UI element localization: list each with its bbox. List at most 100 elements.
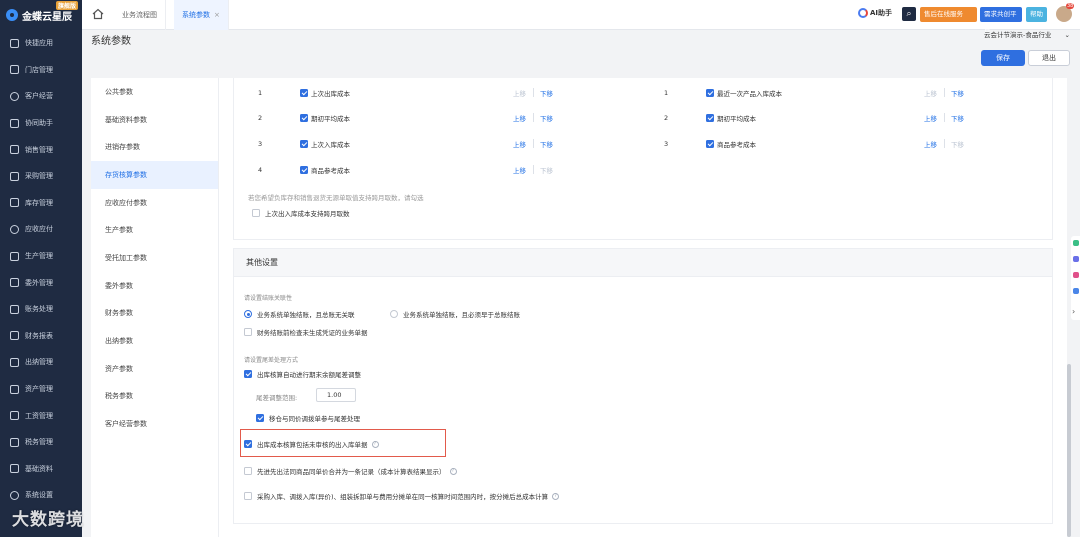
- sidebar-item-salary[interactable]: 工资管理: [0, 402, 82, 429]
- fifo-merge-checkbox[interactable]: [244, 467, 252, 475]
- app-logo[interactable]: 金蝶云星辰 旗舰版: [0, 0, 82, 30]
- cost-checkbox[interactable]: [300, 139, 308, 148]
- purchase-batch-option[interactable]: 采购入库、调拨入库(异价)、组装拆卸单与费用分摊单在同一核算时间范围内时，按分摊…: [244, 491, 560, 501]
- cross-month-checkbox[interactable]: [252, 209, 260, 217]
- cost-checkbox[interactable]: [706, 88, 714, 97]
- radio-button[interactable]: [244, 310, 252, 318]
- sidebar-item-quick-apps[interactable]: 快捷应用: [0, 30, 82, 57]
- subnav-cashier[interactable]: 出纳参数: [91, 327, 218, 355]
- chat-icon[interactable]: [1073, 240, 1079, 246]
- subnav-production[interactable]: 生产参数: [91, 216, 218, 244]
- check-voucher-option[interactable]: 财务结账前检查未生成凭证的业务单据: [244, 327, 368, 337]
- move-up-button[interactable]: 上移: [513, 165, 526, 175]
- move-up-button[interactable]: 上移: [924, 113, 937, 123]
- outsource-icon: [10, 278, 19, 288]
- purchase-batch-checkbox[interactable]: [244, 492, 252, 500]
- cost-checkbox[interactable]: [300, 113, 308, 122]
- move-up-button[interactable]: 上移: [513, 139, 526, 149]
- cost-checkbox[interactable]: [706, 139, 714, 148]
- cost-checkbox[interactable]: [300, 165, 308, 174]
- sidebar-item-sales[interactable]: 销售管理: [0, 136, 82, 163]
- sidebar-item-purchase[interactable]: 采购管理: [0, 163, 82, 190]
- check-voucher-checkbox[interactable]: [244, 328, 252, 336]
- cost-checkbox[interactable]: [706, 113, 714, 122]
- subnav-receivable[interactable]: 应收应付参数: [91, 189, 218, 217]
- subnav-tax[interactable]: 税务参数: [91, 383, 218, 411]
- radio-before-gl-close[interactable]: 业务系统单独结账，且必须早于总账结账: [390, 309, 520, 319]
- subnav-customer[interactable]: 客户经营参数: [91, 410, 218, 438]
- ai-assistant-button[interactable]: AI助手: [858, 8, 892, 18]
- move-down-button[interactable]: 下移: [951, 88, 964, 98]
- demand-platform-button[interactable]: 需求共创平台: [980, 7, 1022, 33]
- warehouse-icon: [10, 198, 19, 208]
- cross-month-option[interactable]: 上次出入库成本支持跨月取数: [252, 208, 350, 218]
- scrollbar[interactable]: [1067, 364, 1071, 537]
- radio-button[interactable]: [390, 310, 398, 318]
- sidebar-item-inventory[interactable]: 库存管理: [0, 190, 82, 217]
- radio-independent-close[interactable]: 业务系统单独结账，且总账无关联: [244, 309, 355, 319]
- sidebar-item-production[interactable]: 生产管理: [0, 243, 82, 270]
- search-button[interactable]: ⌕: [902, 7, 916, 21]
- list-item: 1 最近一次产品入库成本 上移 下移: [664, 88, 964, 98]
- transfer-diff-checkbox[interactable]: [256, 414, 264, 422]
- subnav-finance[interactable]: 财务参数: [91, 300, 218, 328]
- include-unaudited-option[interactable]: 出库成本核算包括未审核的出入库单据 ?: [244, 439, 379, 449]
- subnav-entrusted[interactable]: 受托加工参数: [91, 244, 218, 272]
- tab-process-flow[interactable]: 业务流程图: [114, 0, 166, 30]
- fifo-merge-option[interactable]: 先进先出法同商品同单价合并为一条记录（成本计算表结果显示） ?: [244, 466, 457, 476]
- move-down-button[interactable]: 下移: [951, 113, 964, 123]
- move-down-button[interactable]: 下移: [540, 139, 553, 149]
- edition-badge: 旗舰版: [56, 1, 79, 10]
- save-button[interactable]: 保存: [981, 50, 1025, 66]
- range-input[interactable]: 1.00: [316, 388, 356, 402]
- move-down-button[interactable]: 下移: [540, 88, 553, 98]
- tab-system-params[interactable]: 系统参数 ×: [174, 0, 229, 30]
- help-icon[interactable]: ?: [449, 467, 457, 475]
- subnav-asset[interactable]: 资产参数: [91, 355, 218, 383]
- move-up-button[interactable]: 上移: [924, 139, 937, 149]
- sidebar-item-collab[interactable]: 协同助手: [0, 110, 82, 137]
- avatar[interactable]: 38: [1056, 3, 1075, 22]
- move-up-button[interactable]: 上移: [924, 88, 937, 98]
- subnav-public[interactable]: 公共参数: [91, 78, 218, 106]
- help-button[interactable]: 帮助: [1026, 7, 1047, 22]
- sidebar-item-tax[interactable]: 税务管理: [0, 429, 82, 456]
- org-select[interactable]: 云会计节演示-食品行业 ⌄: [978, 28, 1074, 42]
- move-up-button[interactable]: 上移: [513, 88, 526, 98]
- sidebar-item-report[interactable]: 财务报表: [0, 323, 82, 350]
- move-down-button[interactable]: 下移: [951, 139, 964, 149]
- subnav-basic-data[interactable]: 基础资料参数: [91, 106, 218, 134]
- sidebar-item-cashier[interactable]: 出纳管理: [0, 349, 82, 376]
- sidebar-item-asset[interactable]: 资产管理: [0, 376, 82, 403]
- home-icon[interactable]: [92, 8, 104, 20]
- sidebar-item-receivable[interactable]: 应收应付: [0, 216, 82, 243]
- sidebar-item-basic-data[interactable]: 基础资料: [0, 456, 82, 483]
- cross-month-note: 若您希望负库存和销售退货无源单取值支持跨月取数，请勾选: [248, 194, 424, 202]
- service-icon[interactable]: [1073, 288, 1079, 294]
- sidebar-item-outsource[interactable]: 委外管理: [0, 269, 82, 296]
- chevron-down-icon: ⌄: [1064, 31, 1070, 39]
- help-icon[interactable]: ?: [552, 492, 560, 500]
- exit-button[interactable]: 退出: [1028, 50, 1070, 66]
- subnav-inventory-costing[interactable]: 存货核算参数: [91, 161, 218, 189]
- transfer-diff-option[interactable]: 移仓与同价调拨单参与尾差处理: [256, 413, 360, 423]
- move-up-button[interactable]: 上移: [513, 113, 526, 123]
- help-icon[interactable]: ?: [371, 440, 379, 448]
- subnav-outsource[interactable]: 委外参数: [91, 272, 218, 300]
- move-down-button[interactable]: 下移: [540, 165, 553, 175]
- cost-checkbox[interactable]: [300, 88, 308, 97]
- close-tab-icon[interactable]: ×: [214, 11, 220, 19]
- move-down-button[interactable]: 下移: [540, 113, 553, 123]
- auto-diff-checkbox[interactable]: [244, 370, 252, 378]
- chevron-right-icon[interactable]: ›: [1072, 307, 1075, 316]
- list-item: 2 期初平均成本 上移 下移: [664, 113, 964, 123]
- sidebar-item-customer[interactable]: 客户经营: [0, 83, 82, 110]
- auto-diff-option[interactable]: 出库核算自动进行期末余额尾差调整: [244, 369, 361, 379]
- gift-icon[interactable]: [1073, 272, 1079, 278]
- include-unaudited-checkbox[interactable]: [244, 440, 252, 448]
- sidebar-item-ledger[interactable]: 账务处理: [0, 296, 82, 323]
- subnav-inventory-sales[interactable]: 进销存参数: [91, 133, 218, 161]
- sidebar-item-store[interactable]: 门店管理: [0, 57, 82, 84]
- message-icon[interactable]: [1073, 256, 1079, 262]
- after-sales-button[interactable]: 售后在线服务: [920, 7, 977, 22]
